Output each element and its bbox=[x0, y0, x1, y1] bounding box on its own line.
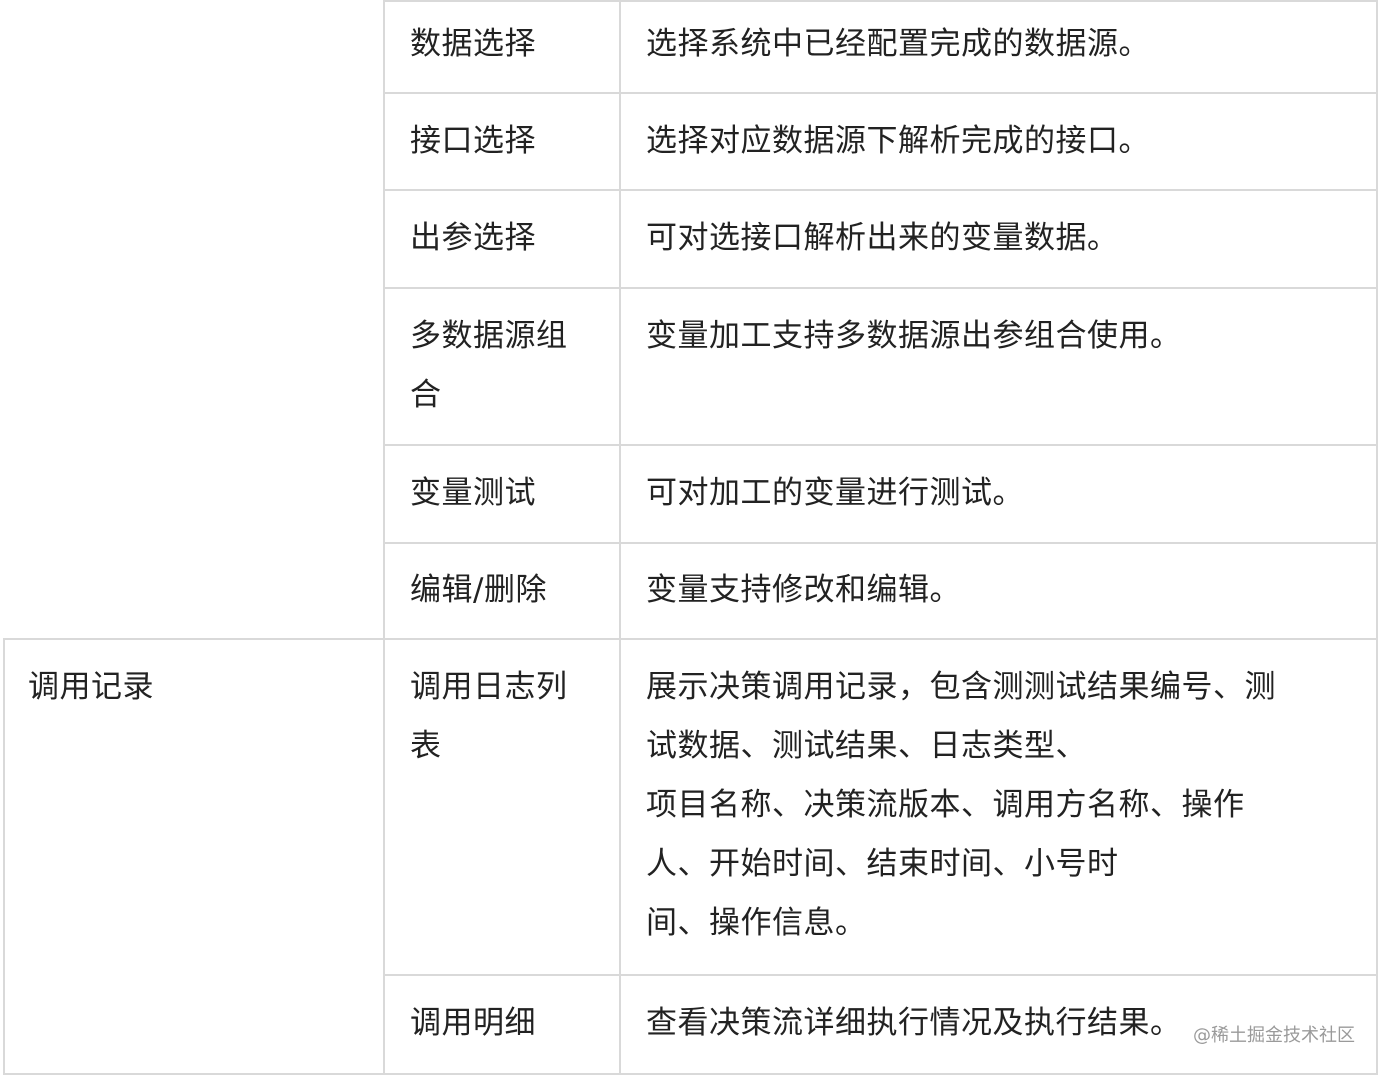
section-divider bbox=[3, 638, 1378, 640]
description-cell: 可对加工的变量进行测试。 bbox=[646, 475, 1024, 511]
feature-cell: 出参选择 bbox=[410, 220, 536, 256]
description-line: 人、开始时间、结束时间、小号时 bbox=[646, 846, 1119, 882]
description-line: 试数据、测试结果、日志类型、 bbox=[646, 728, 1087, 764]
watermark-text: @稀土掘金技术社区 bbox=[1193, 1025, 1355, 1046]
row-divider bbox=[383, 189, 1378, 191]
module-cell: 调用记录 bbox=[28, 669, 154, 705]
feature-cell: 接口选择 bbox=[410, 123, 536, 159]
row-divider bbox=[383, 542, 1378, 544]
description-cell: 选择对应数据源下解析完成的接口。 bbox=[646, 123, 1150, 159]
feature-cell: 表 bbox=[410, 728, 442, 764]
table-border-bottom bbox=[3, 1073, 1378, 1075]
row-divider bbox=[383, 974, 1378, 976]
description-line: 间、操作信息。 bbox=[646, 905, 867, 941]
feature-cell: 数据选择 bbox=[410, 26, 536, 62]
table-border-left bbox=[3, 638, 5, 1075]
row-divider bbox=[383, 287, 1378, 289]
row-divider bbox=[383, 444, 1378, 446]
feature-cell: 变量测试 bbox=[410, 475, 536, 511]
description-cell: 可对选接口解析出来的变量数据。 bbox=[646, 220, 1119, 256]
feature-table: 数据选择 选择系统中已经配置完成的数据源。 接口选择 选择对应数据源下解析完成的… bbox=[0, 0, 1383, 1077]
feature-cell: 调用明细 bbox=[410, 1005, 536, 1041]
description-line: 项目名称、决策流版本、调用方名称、操作 bbox=[646, 787, 1245, 823]
feature-cell: 多数据源组 bbox=[410, 318, 568, 354]
table-divider-col2 bbox=[619, 0, 621, 1075]
description-cell: 变量支持修改和编辑。 bbox=[646, 572, 961, 608]
description-cell: 查看决策流详细执行情况及执行结果。 bbox=[646, 1005, 1182, 1041]
row-divider bbox=[383, 0, 1378, 2]
description-line: 展示决策调用记录，包含测测试结果编号、测 bbox=[646, 669, 1276, 705]
feature-cell: 调用日志列 bbox=[410, 669, 568, 705]
feature-cell: 编辑/删除 bbox=[410, 572, 547, 608]
description-cell: 变量加工支持多数据源出参组合使用。 bbox=[646, 318, 1182, 354]
description-cell: 选择系统中已经配置完成的数据源。 bbox=[646, 26, 1150, 62]
table-border-right bbox=[1376, 0, 1378, 1075]
table-divider-col1 bbox=[383, 0, 385, 1075]
row-divider bbox=[383, 92, 1378, 94]
feature-cell: 合 bbox=[410, 377, 442, 413]
